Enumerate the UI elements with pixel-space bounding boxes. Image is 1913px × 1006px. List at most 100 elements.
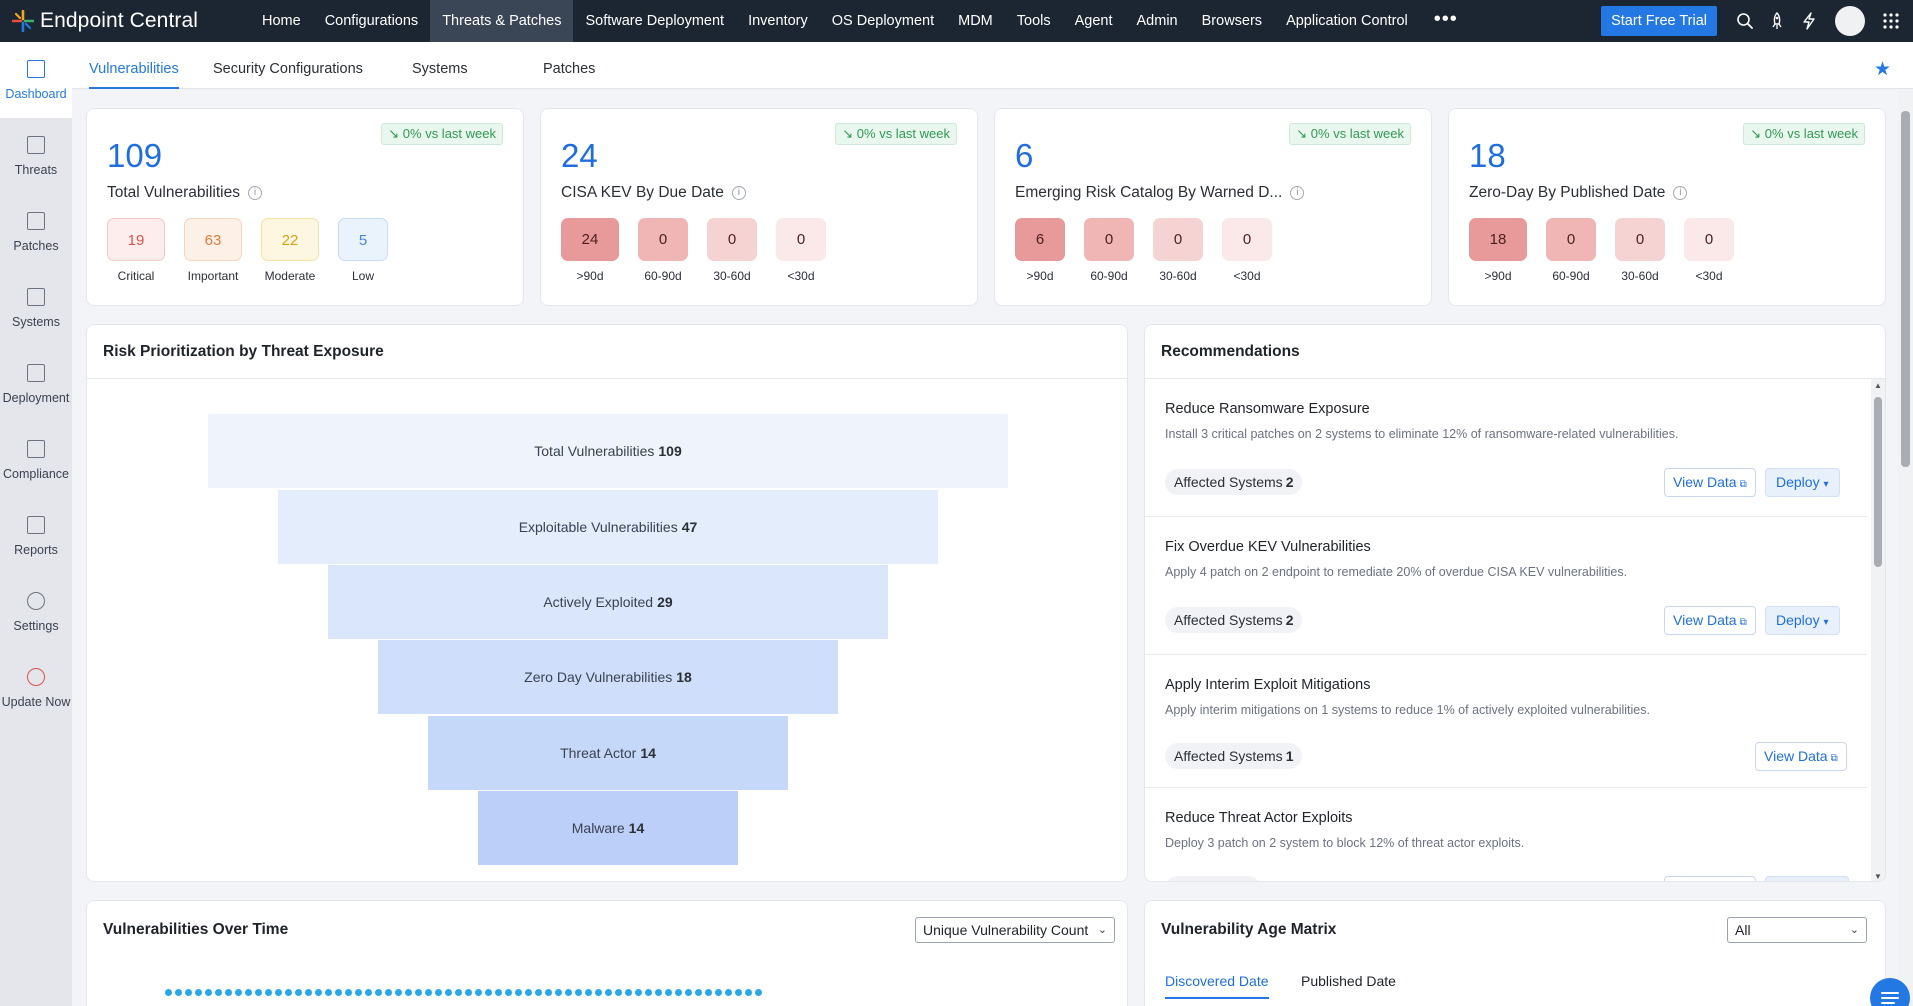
sidebar-item-systems[interactable]: Systems <box>0 270 72 346</box>
nav-mdm[interactable]: MDM <box>946 0 1005 42</box>
trend-badge: ↘ 0% vs last week <box>381 123 503 145</box>
sidebar-item-threats[interactable]: Threats <box>0 118 72 194</box>
sidebar-item-label: Update Now <box>1 694 71 709</box>
affected-systems-badge[interactable] <box>1165 876 1261 881</box>
tab-patches[interactable]: Patches <box>543 42 595 89</box>
update-icon <box>27 667 45 686</box>
nav-tools[interactable]: Tools <box>1005 0 1063 42</box>
kpi-value[interactable]: 24 <box>561 137 598 175</box>
info-icon[interactable]: i <box>1673 186 1688 200</box>
view-data-button[interactable]: View Data ⧉ <box>1755 742 1847 771</box>
search-icon[interactable] <box>1729 0 1761 42</box>
info-icon[interactable]: i <box>1290 186 1305 200</box>
kpi-value[interactable]: 109 <box>107 137 162 175</box>
age-chip-30-60[interactable]: 0 <box>1153 218 1203 261</box>
age-chip-30-60[interactable]: 0 <box>1615 218 1665 261</box>
view-data-button[interactable]: View Data ⧉ <box>1664 468 1756 497</box>
age-chip-over-90[interactable]: 18 <box>1469 218 1527 261</box>
sidebar-item-deployment[interactable]: Deployment <box>0 346 72 422</box>
trend-badge: ↘ 0% vs last week <box>1743 123 1865 145</box>
age-chip-under-30[interactable]: 0 <box>1222 218 1272 261</box>
age-chip-30-60[interactable]: 0 <box>707 218 757 261</box>
age-chip-60-90[interactable]: 0 <box>1546 218 1596 261</box>
page-scrollbar-thumb[interactable] <box>1901 111 1910 467</box>
age-chip-over-90[interactable]: 6 <box>1015 218 1065 261</box>
nav-configurations[interactable]: Configurations <box>313 0 431 42</box>
funnel-stage-exploitable[interactable]: Exploitable Vulnerabilities 47 <box>278 490 938 564</box>
page-scrollbar[interactable] <box>1898 89 1913 1006</box>
tab-discovered-date[interactable]: Discovered Date <box>1165 973 1269 999</box>
tab-published-date[interactable]: Published Date <box>1301 973 1396 989</box>
chat-icon[interactable] <box>1870 978 1910 1006</box>
moderate-chip[interactable]: 22 <box>261 218 319 261</box>
rocket-icon[interactable] <box>1761 0 1793 42</box>
important-chip[interactable]: 63 <box>184 218 242 261</box>
age-chip-under-30[interactable]: 0 <box>776 218 826 261</box>
age-chip-60-90[interactable]: 0 <box>1084 218 1134 261</box>
nav-admin[interactable]: Admin <box>1125 0 1190 42</box>
start-free-trial-button[interactable]: Start Free Trial <box>1601 6 1717 36</box>
sidebar-item-reports[interactable]: Reports <box>0 498 72 574</box>
kpi-card-emerging-risk: ↘ 0% vs last week 6 Emerging Risk Catalo… <box>994 108 1432 306</box>
nav-agent[interactable]: Agent <box>1063 0 1125 42</box>
view-data-button[interactable] <box>1664 876 1756 881</box>
age-chip-over-90[interactable]: 24 <box>561 218 619 261</box>
deploy-button[interactable]: Deploy ▾ <box>1765 606 1840 635</box>
chip-caption: 30-60d <box>1621 269 1659 283</box>
risk-prioritization-panel: Risk Prioritization by Threat Exposure T… <box>86 324 1128 882</box>
critical-chip[interactable]: 19 <box>107 218 165 261</box>
funnel-stage-threat-actor[interactable]: Threat Actor 14 <box>428 716 788 790</box>
kpi-value[interactable]: 6 <box>1015 137 1033 175</box>
affected-systems-badge[interactable]: Affected Systems 2 <box>1165 469 1303 495</box>
lightning-icon[interactable] <box>1793 0 1825 42</box>
endpoint-central-logo-icon <box>11 9 35 33</box>
info-icon[interactable]: i <box>247 186 262 200</box>
affected-systems-badge[interactable]: Affected Systems 2 <box>1165 607 1303 633</box>
info-icon[interactable]: i <box>731 186 746 200</box>
nav-os-deployment[interactable]: OS Deployment <box>820 0 946 42</box>
scroll-down-icon[interactable]: ▼ <box>1874 872 1882 881</box>
sidebar-item-patches[interactable]: Patches <box>0 194 72 270</box>
metric-select[interactable]: Unique Vulnerability Count ⌄ <box>915 917 1115 943</box>
tab-systems[interactable]: Systems <box>412 42 468 89</box>
kpi-value[interactable]: 18 <box>1469 137 1506 175</box>
chip-caption: 30-60d <box>713 269 751 283</box>
tab-security-configurations[interactable]: Security Configurations <box>213 42 363 89</box>
nav-application-control[interactable]: Application Control <box>1274 0 1420 42</box>
sub-tabs: Vulnerabilities Security Configurations … <box>72 42 1913 89</box>
funnel-stage-total[interactable]: Total Vulnerabilities 109 <box>208 414 1008 488</box>
low-chip[interactable]: 5 <box>338 218 388 261</box>
funnel-stage-actively-exploited[interactable]: Actively Exploited 29 <box>328 565 888 639</box>
view-data-button[interactable]: View Data ⧉ <box>1664 606 1756 635</box>
deploy-button[interactable]: Deploy ▾ <box>1765 468 1840 497</box>
nav-software-deployment[interactable]: Software Deployment <box>573 0 736 42</box>
nav-inventory[interactable]: Inventory <box>736 0 820 42</box>
more-nav-icon[interactable]: ••• <box>1420 0 1472 42</box>
sidebar-item-compliance[interactable]: Compliance <box>0 422 72 498</box>
favorite-star-icon[interactable]: ★ <box>1874 58 1891 81</box>
tab-vulnerabilities[interactable]: Vulnerabilities <box>89 42 179 89</box>
list-item: Apply Interim Exploit Mitigations Apply … <box>1145 655 1867 788</box>
brand[interactable]: Endpoint Central <box>0 0 250 42</box>
rec-description: Apply 4 patch on 2 endpoint to remediate… <box>1165 565 1628 579</box>
scroll-up-icon[interactable]: ▲ <box>1874 381 1882 390</box>
funnel-stage-zero-day[interactable]: Zero Day Vulnerabilities 18 <box>378 640 838 714</box>
nav-threats-patches[interactable]: Threats & Patches <box>430 0 574 42</box>
external-link-icon: ⧉ <box>1830 753 1838 764</box>
deploy-button[interactable] <box>1765 876 1849 881</box>
affected-systems-badge[interactable]: Affected Systems 1 <box>1165 743 1303 769</box>
sidebar-item-dashboard[interactable]: Dashboard <box>0 42 72 118</box>
avatar[interactable] <box>1835 6 1865 36</box>
nav-home[interactable]: Home <box>250 0 313 42</box>
recommendations-scrollbar[interactable]: ▲ ▼ <box>1871 379 1885 881</box>
age-chip-under-30[interactable]: 0 <box>1684 218 1734 261</box>
nav-browsers[interactable]: Browsers <box>1190 0 1274 42</box>
severity-chips: 19 Critical 63 Important 22 Moderate 5 Low <box>107 218 407 283</box>
funnel-stage-malware[interactable]: Malware 14 <box>478 791 738 865</box>
age-chip-60-90[interactable]: 0 <box>638 218 688 261</box>
scrollbar-thumb[interactable] <box>1874 397 1882 567</box>
age-filter-select[interactable]: All ⌄ <box>1727 917 1867 943</box>
sidebar-item-settings[interactable]: Settings <box>0 574 72 650</box>
sidebar-item-update-now[interactable]: Update Now <box>0 650 72 726</box>
app-grid-icon[interactable] <box>1875 0 1907 42</box>
